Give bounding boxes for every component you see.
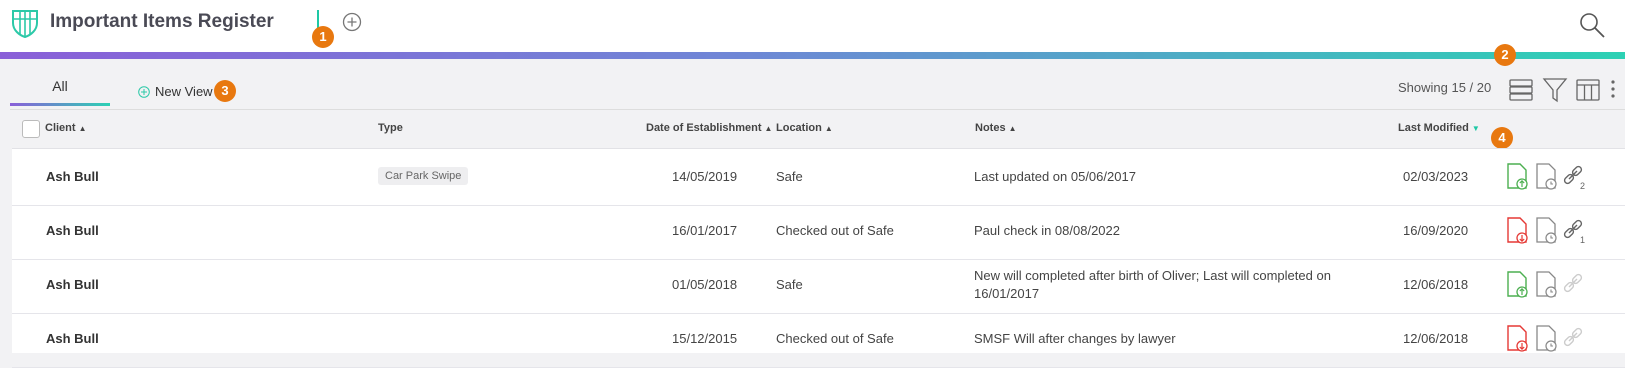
tour-badge[interactable]: 1 (312, 26, 334, 48)
column-header-date[interactable]: Date of Establishment ▲ (646, 122, 772, 134)
document-download-icon[interactable] (1506, 324, 1530, 352)
plus-circle-icon (138, 85, 150, 98)
last-modified: 16/09/2020 (1403, 223, 1469, 238)
document-history-icon[interactable] (1535, 216, 1559, 244)
app-title: Important Items Register (50, 11, 274, 32)
establishment-date: 15/12/2015 (672, 331, 738, 346)
last-modified: 12/06/2018 (1403, 331, 1469, 346)
client-name: Ash Bull (46, 277, 99, 292)
active-tab-underline (10, 103, 110, 106)
notes: Last updated on 05/06/2017 (974, 169, 1136, 184)
add-tab-icon[interactable] (342, 12, 362, 32)
location: Checked out of Safe (776, 223, 894, 238)
link-disabled-icon (1563, 327, 1583, 347)
table-row[interactable]: Ash Bull 16/01/2017 Checked out of Safe … (12, 203, 1625, 260)
rows-density-icon[interactable] (1508, 76, 1534, 104)
items-table: Ash Bull Car Park Swipe 14/05/2019 Safe … (12, 148, 1625, 368)
notes: SMSF Will after changes by lawyer (974, 331, 1176, 346)
client-name: Ash Bull (46, 169, 99, 184)
link-icon[interactable]: 2 (1563, 162, 1587, 190)
new-view-button[interactable]: New View (138, 84, 213, 99)
last-modified: 02/03/2023 (1403, 169, 1469, 184)
sort-asc-icon: ▲ (764, 124, 773, 133)
sort-asc-icon: ▲ (78, 124, 87, 133)
notes: Paul check in 08/08/2022 (974, 223, 1120, 238)
establishment-date: 16/01/2017 (672, 223, 738, 238)
svg-text:2: 2 (1580, 181, 1585, 190)
divider (10, 109, 1625, 110)
column-header-client[interactable]: Client ▲ (45, 122, 86, 134)
accent-gradient-bar (0, 52, 1625, 59)
location: Safe (776, 277, 803, 292)
document-upload-icon[interactable] (1506, 270, 1530, 298)
column-header-type[interactable]: Type (378, 122, 403, 134)
client-name: Ash Bull (46, 331, 99, 346)
link-icon[interactable]: 1 (1563, 216, 1587, 244)
select-all-checkbox[interactable] (22, 120, 40, 138)
table-row[interactable]: Ash Bull 01/05/2018 Safe New will comple… (12, 257, 1625, 314)
sort-asc-icon: ▲ (824, 124, 833, 133)
shield-logo-icon (12, 10, 38, 38)
columns-icon[interactable] (1575, 76, 1601, 104)
document-history-icon[interactable] (1535, 162, 1559, 190)
column-header-location[interactable]: Location ▲ (776, 122, 833, 134)
search-icon[interactable] (1578, 11, 1606, 39)
document-history-icon[interactable] (1535, 324, 1559, 352)
column-header-notes[interactable]: Notes ▲ (975, 122, 1016, 134)
establishment-date: 14/05/2019 (672, 169, 738, 184)
more-options-icon[interactable] (1608, 76, 1618, 104)
location: Checked out of Safe (776, 331, 894, 346)
document-download-icon[interactable] (1506, 216, 1530, 244)
notes: New will completed after birth of Oliver… (974, 268, 1331, 301)
table-row[interactable]: Ash Bull Car Park Swipe 14/05/2019 Safe … (12, 149, 1625, 206)
tour-badge[interactable]: 4 (1491, 127, 1513, 149)
document-upload-icon[interactable] (1506, 162, 1530, 190)
column-header-last-modified[interactable]: Last Modified ▼ (1398, 122, 1480, 134)
tab-all[interactable]: All (10, 78, 110, 106)
sort-desc-icon: ▼ (1471, 124, 1480, 133)
location: Safe (776, 169, 803, 184)
top-bar: Important Items Register (0, 0, 1625, 52)
link-disabled-icon (1563, 273, 1583, 293)
tour-badge[interactable]: 2 (1494, 44, 1516, 66)
type-tag: Car Park Swipe (378, 167, 469, 185)
new-view-label: New View (155, 84, 213, 99)
sort-asc-icon: ▲ (1008, 124, 1017, 133)
last-modified: 12/06/2018 (1403, 277, 1469, 292)
table-row[interactable]: Ash Bull 15/12/2015 Checked out of Safe … (12, 311, 1625, 368)
svg-text:1: 1 (1580, 235, 1585, 244)
document-history-icon[interactable] (1535, 270, 1559, 298)
tour-badge[interactable]: 3 (214, 80, 236, 102)
filter-icon[interactable] (1542, 76, 1568, 104)
client-name: Ash Bull (46, 223, 99, 238)
showing-count: Showing 15 / 20 (1398, 80, 1492, 95)
tab-all-label: All (52, 78, 68, 94)
establishment-date: 01/05/2018 (672, 277, 738, 292)
